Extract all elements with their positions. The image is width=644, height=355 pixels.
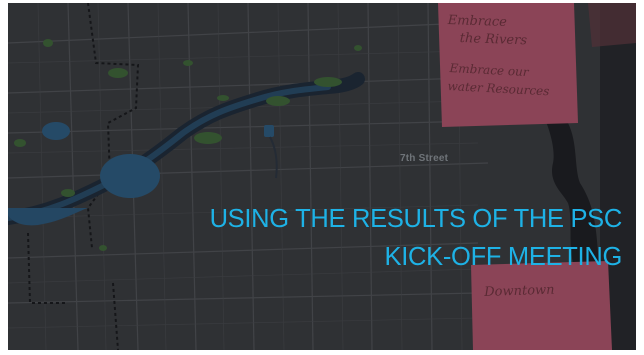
- sticky-note-bottom-text: Downtown: [484, 282, 555, 300]
- slide-frame: Embrace the Rivers Embrace our water Res…: [8, 3, 636, 350]
- slide-title-line-1: USING THE RESULTS OF THE PSC: [209, 205, 623, 233]
- sticky-note-text-line-1: Embrace: [447, 13, 508, 31]
- map-street-label: 7th Street: [400, 153, 449, 164]
- slide-title: USING THE RESULTS OF THE PSC KICK-OFF ME…: [209, 200, 623, 276]
- slide-title-line-2: KICK-OFF MEETING: [384, 243, 623, 271]
- sticky-note-text-line-2: the Rivers: [459, 31, 528, 49]
